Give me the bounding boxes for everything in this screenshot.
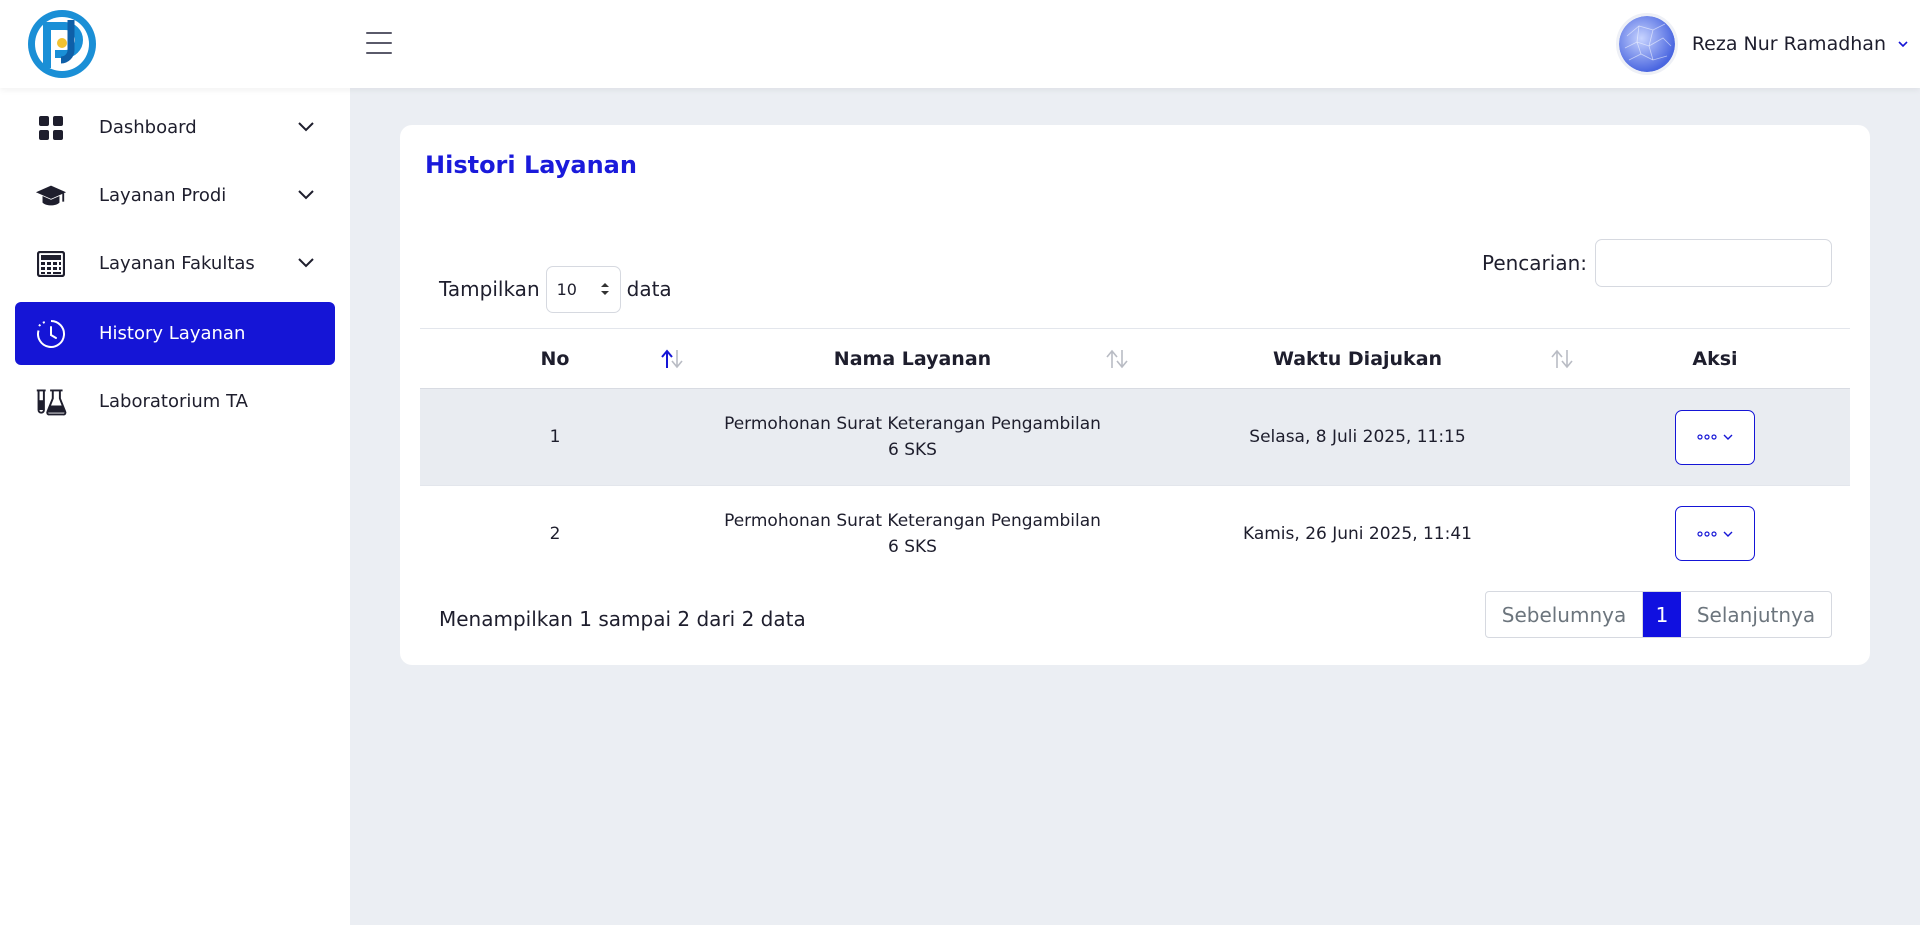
clock-history-icon bbox=[35, 319, 67, 349]
cell-nama-layanan: Permohonan Surat Keterangan Pengambilan … bbox=[690, 389, 1135, 486]
top-header: Reza Nur Ramadhan bbox=[0, 0, 1920, 88]
column-header-no[interactable]: No bbox=[420, 329, 690, 389]
page-length-value: 10 bbox=[556, 279, 577, 299]
sidebar: Dashboard Layanan Prodi Layanan Fakultas… bbox=[0, 88, 350, 925]
user-name: Reza Nur Ramadhan bbox=[1691, 33, 1886, 55]
chevron-down-icon bbox=[298, 258, 314, 268]
history-table: No Nama Layanan Waktu Diajukan Aksi 1 Pe… bbox=[420, 328, 1850, 582]
page-title: Histori Layanan bbox=[425, 151, 637, 179]
chevron-down-icon bbox=[1723, 531, 1733, 537]
column-header-waktu-diajukan[interactable]: Waktu Diajukan bbox=[1135, 329, 1580, 389]
calculator-icon bbox=[35, 249, 67, 279]
search-label: Pencarian: bbox=[1481, 251, 1587, 275]
search-input[interactable] bbox=[1595, 239, 1832, 287]
hamburger-line bbox=[366, 52, 392, 54]
more-dots-icon bbox=[1697, 531, 1717, 537]
hamburger-line bbox=[366, 32, 392, 34]
table-header-row: No Nama Layanan Waktu Diajukan Aksi bbox=[420, 328, 1850, 389]
user-menu[interactable]: Reza Nur Ramadhan bbox=[1615, 12, 1920, 76]
cell-waktu: Kamis, 26 Juni 2025, 11:41 bbox=[1242, 523, 1472, 544]
search-control: Pencarian: bbox=[1482, 239, 1832, 287]
cell-aksi bbox=[1580, 486, 1850, 582]
length-prefix-label: Tampilkan bbox=[439, 277, 540, 301]
sidebar-item-dashboard[interactable]: Dashboard bbox=[15, 96, 335, 159]
chevron-down-icon bbox=[298, 122, 314, 132]
lab-flask-icon bbox=[35, 387, 67, 417]
sidebar-toggle-button[interactable] bbox=[364, 30, 394, 56]
sidebar-item-layanan-prodi[interactable]: Layanan Prodi bbox=[15, 164, 335, 227]
column-header-label: Nama Layanan bbox=[833, 347, 992, 370]
sidebar-item-label: Layanan Fakultas bbox=[99, 253, 255, 274]
dashboard-grid-icon bbox=[35, 113, 67, 143]
cell-aksi bbox=[1580, 389, 1850, 486]
sidebar-item-label: Layanan Prodi bbox=[99, 185, 227, 206]
sidebar-item-label: History Layanan bbox=[99, 323, 246, 344]
graduation-cap-icon bbox=[35, 181, 67, 211]
chevron-down-icon bbox=[298, 190, 314, 200]
pagination-previous-button[interactable]: Sebelumnya bbox=[1486, 592, 1643, 637]
more-dots-icon bbox=[1697, 434, 1717, 440]
select-arrows-icon bbox=[600, 283, 609, 295]
avatar bbox=[1615, 13, 1678, 75]
cell-nama-line2: 6 SKS bbox=[888, 440, 937, 460]
cell-nama-layanan: Permohonan Surat Keterangan Pengambilan … bbox=[690, 486, 1135, 582]
table-row: 1 Permohonan Surat Keterangan Pengambila… bbox=[420, 388, 1850, 486]
column-header-label: Waktu Diajukan bbox=[1272, 347, 1443, 370]
sort-asc-active-icon[interactable] bbox=[658, 348, 688, 370]
sort-icon[interactable] bbox=[1548, 348, 1578, 370]
column-header-label: No bbox=[540, 347, 570, 370]
sidebar-item-laboratorium-ta[interactable]: Laboratorium TA bbox=[15, 370, 335, 433]
column-header-nama-layanan[interactable]: Nama Layanan bbox=[690, 329, 1135, 389]
app-logo[interactable] bbox=[25, 6, 100, 81]
column-header-label: Aksi bbox=[1692, 347, 1738, 370]
sort-icon[interactable] bbox=[1103, 348, 1133, 370]
row-actions-button[interactable] bbox=[1675, 506, 1755, 562]
cell-no: 2 bbox=[549, 523, 561, 544]
row-actions-button[interactable] bbox=[1675, 409, 1755, 465]
column-header-aksi: Aksi bbox=[1580, 329, 1850, 389]
pagination-next-button[interactable]: Selanjutnya bbox=[1681, 592, 1831, 637]
table-row: 2 Permohonan Surat Keterangan Pengambila… bbox=[420, 485, 1850, 582]
cell-nama-line2: 6 SKS bbox=[888, 536, 937, 557]
pagination-page-button[interactable]: 1 bbox=[1643, 592, 1681, 637]
sidebar-item-history-layanan[interactable]: History Layanan bbox=[15, 302, 335, 365]
chevron-down-icon bbox=[1898, 41, 1908, 48]
cell-waktu: Selasa, 8 Juli 2025, 11:15 bbox=[1249, 427, 1466, 447]
sidebar-item-label: Dashboard bbox=[99, 117, 197, 138]
table-info-text: Menampilkan 1 sampai 2 dari 2 data bbox=[439, 607, 806, 631]
chevron-down-icon bbox=[1723, 434, 1733, 440]
cell-nama-line1: Permohonan Surat Keterangan Pengambilan bbox=[724, 414, 1101, 434]
pagination: Sebelumnya 1 Selanjutnya bbox=[1485, 591, 1832, 638]
cell-nama-line1: Permohonan Surat Keterangan Pengambilan bbox=[724, 510, 1101, 531]
length-suffix-label: data bbox=[626, 277, 672, 301]
sidebar-item-label: Laboratorium TA bbox=[99, 391, 248, 412]
hamburger-line bbox=[366, 42, 392, 44]
sidebar-item-layanan-fakultas[interactable]: Layanan Fakultas bbox=[15, 232, 335, 295]
page-length-select[interactable]: 10 bbox=[545, 265, 621, 313]
history-card: Histori Layanan Tampilkan 10 data Pencar… bbox=[400, 125, 1870, 665]
cell-no: 1 bbox=[549, 427, 561, 447]
page-length-control: Tampilkan 10 data bbox=[439, 265, 672, 313]
